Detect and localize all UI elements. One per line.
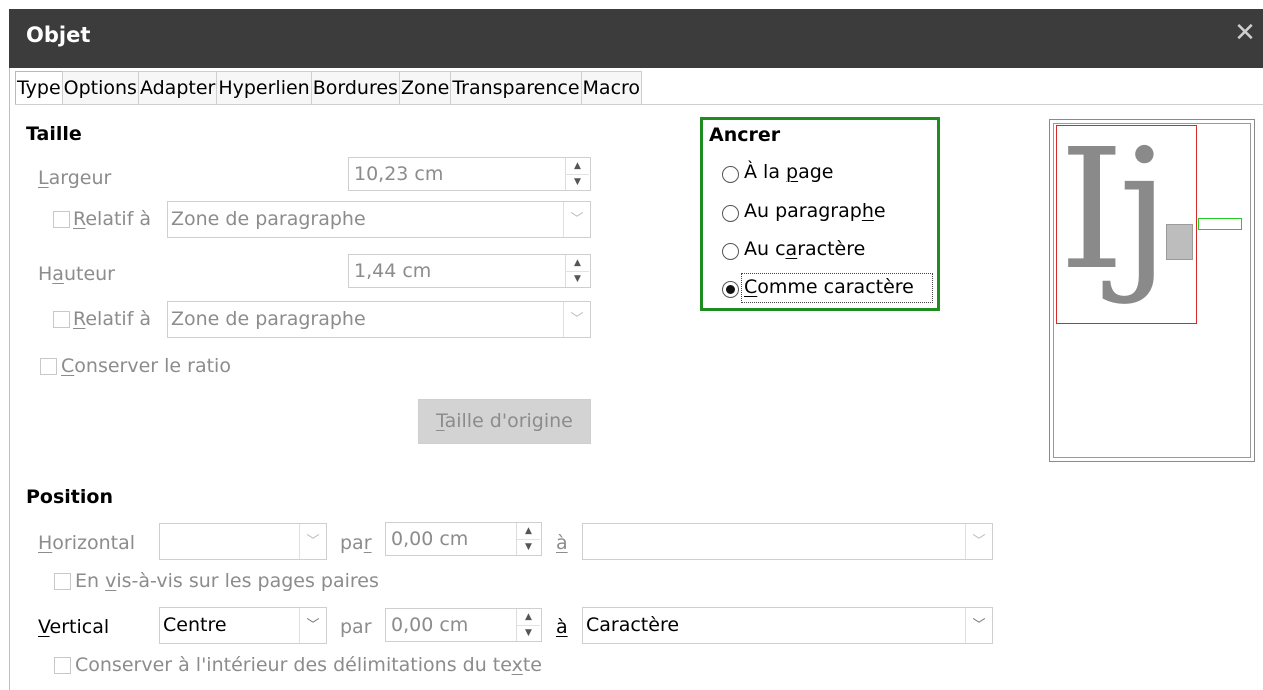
spin-down-icon[interactable]: ▼ (517, 539, 540, 555)
preview-frame-outline (1198, 218, 1242, 230)
chevron-down-icon[interactable]: ﹀ (563, 202, 590, 237)
chevron-down-icon[interactable]: ﹀ (299, 608, 326, 643)
horizontal-par-value: 0,00 cm (391, 528, 469, 550)
conserver-ratio-label: Conserver le ratio (61, 355, 231, 377)
tab-hyperlien[interactable]: Hyperlien (216, 71, 312, 105)
horizontal-label: Horizontal (38, 532, 136, 554)
anchor-as-character-radio[interactable] (722, 281, 739, 298)
chevron-down-icon[interactable]: ﹀ (299, 524, 326, 559)
vertical-label: Vertical (38, 616, 110, 638)
spin-up-icon[interactable]: ▲ (566, 158, 589, 175)
tab-zone[interactable]: Zone (398, 71, 452, 105)
spin-up-icon[interactable]: ▲ (566, 255, 589, 272)
relatif-hauteur-checkbox[interactable] (53, 311, 70, 328)
largeur-value: 10,23 cm (354, 163, 444, 185)
chevron-down-icon[interactable]: ﹀ (563, 302, 590, 337)
vertical-a-select[interactable]: Caractère ﹀ (582, 607, 993, 644)
tab-type[interactable]: Type (15, 71, 63, 105)
horizontal-par-spinbox[interactable]: 0,00 cm ▲ ▼ (385, 522, 542, 556)
tab-macro[interactable]: Macro (580, 71, 643, 105)
preview-object-box (1166, 224, 1193, 260)
window-border (9, 68, 10, 690)
tab-bar: Type Options Adapter Hyperlien Bordures … (15, 71, 643, 105)
relatif-largeur-select[interactable]: Zone de paragraphe ﹀ (167, 201, 591, 238)
anchor-character-label[interactable]: Au caractère (744, 238, 865, 260)
hauteur-spinbox[interactable]: 1,44 cm ▲ ▼ (348, 254, 591, 288)
horizontal-a-label: à (556, 532, 568, 554)
ancrer-heading: Ancrer (709, 124, 781, 146)
relatif-largeur-label: Relatif à (73, 208, 152, 230)
vertical-a-value: Caractère (586, 614, 680, 636)
anchor-as-character-label[interactable]: Comme caractère (744, 276, 914, 298)
hauteur-spin-buttons[interactable]: ▲ ▼ (565, 255, 590, 287)
anchor-page-label[interactable]: À la page (744, 161, 833, 183)
largeur-spinbox[interactable]: 10,23 cm ▲ ▼ (348, 157, 591, 191)
taille-heading: Taille (26, 123, 82, 145)
vis-a-vis-label: En vis-à-vis sur les pages paires (75, 570, 379, 592)
close-icon[interactable]: ✕ (1234, 20, 1256, 46)
relatif-hauteur-label: Relatif à (73, 308, 152, 330)
anchor-paragraph-radio[interactable] (722, 205, 739, 222)
keep-inside-checkbox[interactable] (54, 657, 71, 674)
horizontal-select[interactable]: ﹀ (159, 523, 327, 560)
vertical-par-spinbox[interactable]: 0,00 cm ▲ ▼ (385, 608, 542, 642)
vertical-value: Centre (163, 614, 227, 636)
vertical-spin-buttons[interactable]: ▲ ▼ (516, 609, 541, 641)
vertical-par-label: par (340, 616, 372, 638)
vertical-select[interactable]: Centre ﹀ (159, 607, 327, 644)
taille-origine-button[interactable]: Taille d'origine (418, 399, 591, 444)
anchor-paragraph-label[interactable]: Au paragraphe (744, 200, 886, 222)
anchor-preview: Ij (1049, 116, 1255, 462)
relatif-hauteur-select[interactable]: Zone de paragraphe ﹀ (167, 301, 591, 338)
largeur-spin-buttons[interactable]: ▲ ▼ (565, 158, 590, 190)
tab-adapter[interactable]: Adapter (137, 71, 218, 105)
keep-inside-label: Conserver à l'intérieur des délimitation… (75, 654, 542, 676)
relatif-hauteur-value: Zone de paragraphe (171, 308, 366, 330)
chevron-down-icon[interactable]: ﹀ (965, 524, 992, 559)
preview-page: Ij (1053, 116, 1251, 458)
vertical-par-value: 0,00 cm (391, 614, 469, 636)
vis-a-vis-checkbox[interactable] (54, 573, 71, 590)
tab-bordures[interactable]: Bordures (310, 71, 400, 105)
spin-down-icon[interactable]: ▼ (566, 174, 589, 190)
conserver-ratio-checkbox[interactable] (40, 358, 57, 375)
relatif-largeur-checkbox[interactable] (53, 211, 70, 228)
spin-up-icon[interactable]: ▲ (517, 523, 540, 540)
chevron-down-icon[interactable]: ﹀ (965, 608, 992, 643)
anchor-page-radio[interactable] (722, 166, 739, 183)
tab-options[interactable]: Options (61, 71, 139, 105)
spin-up-icon[interactable]: ▲ (517, 609, 540, 626)
spin-down-icon[interactable]: ▼ (517, 625, 540, 641)
window-title: Objet (26, 23, 91, 47)
position-heading: Position (26, 486, 113, 508)
horizontal-a-select[interactable]: ﹀ (582, 523, 993, 560)
hauteur-value: 1,44 cm (354, 260, 432, 282)
tab-divider (15, 104, 1263, 105)
horizontal-spin-buttons[interactable]: ▲ ▼ (516, 523, 541, 555)
preview-glyphs: Ij (1059, 114, 1170, 307)
tab-transparence[interactable]: Transparence (450, 71, 582, 105)
spin-down-icon[interactable]: ▼ (566, 271, 589, 287)
vertical-a-label: à (556, 616, 568, 638)
title-bar-background (9, 9, 1263, 68)
anchor-character-radio[interactable] (722, 243, 739, 260)
largeur-label: Largeur (38, 167, 112, 189)
horizontal-par-label: par (340, 532, 372, 554)
relatif-largeur-value: Zone de paragraphe (171, 208, 366, 230)
title-bar: Objet ✕ (0, 0, 1263, 68)
hauteur-label: Hauteur (38, 263, 115, 285)
